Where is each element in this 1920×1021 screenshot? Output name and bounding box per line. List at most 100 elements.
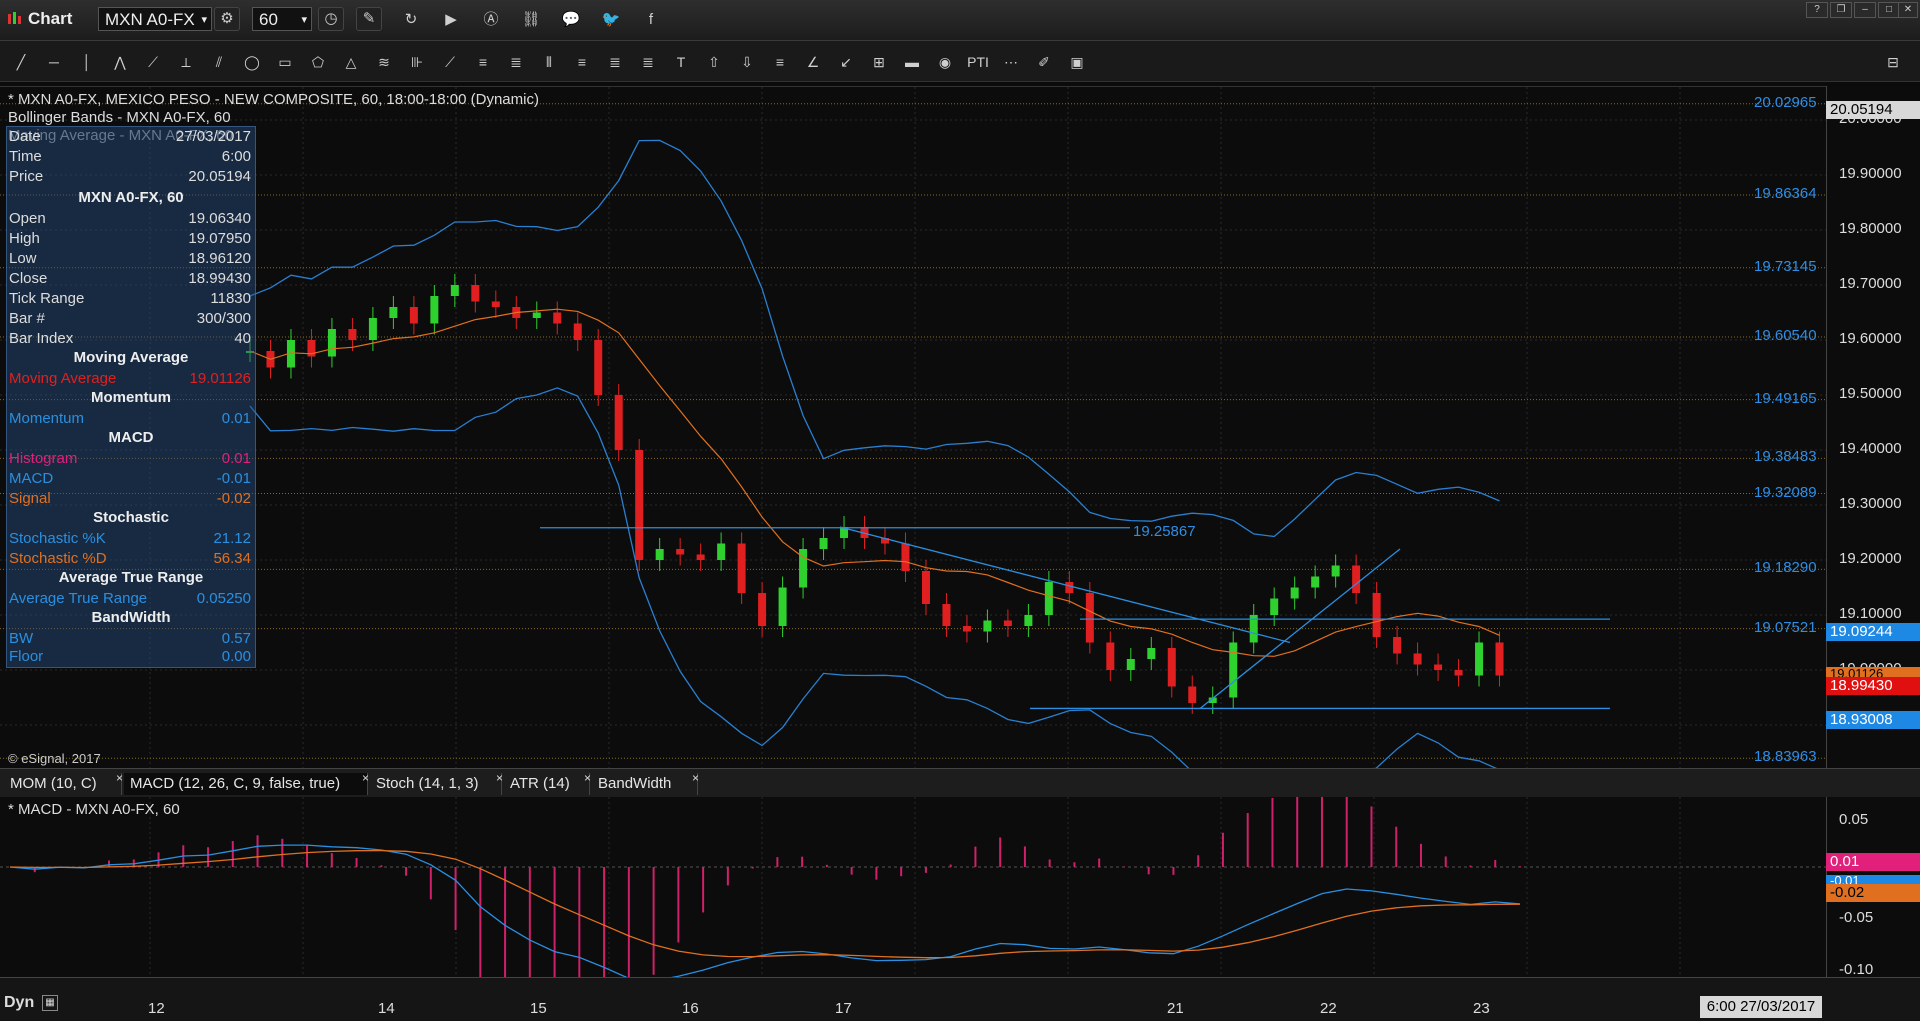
arrow-up-icon[interactable]: T [668, 51, 694, 73]
tab-macd[interactable]: MACD (12, 26, C, 9, false, true) × [124, 771, 369, 795]
facebook-icon[interactable]: f [640, 9, 662, 31]
moving-average-line [249, 308, 1500, 657]
magnet-icon[interactable]: ▣ [1064, 51, 1090, 73]
dw-atr-head: Average True Range [58, 569, 204, 586]
candle-body [450, 285, 459, 296]
tab-close-icon[interactable]: × [496, 767, 503, 789]
price-chart[interactable]: * MXN A0-FX, MEXICO PESO - NEW COMPOSITE… [0, 86, 1826, 786]
price-chart-canvas[interactable] [0, 87, 1826, 786]
link-icon[interactable]: ⛓ [520, 9, 542, 31]
speed-lines-icon[interactable]: ≣ [602, 51, 628, 73]
channel-icon[interactable]: △ [338, 51, 364, 73]
rectangle-icon[interactable]: ▭ [272, 51, 298, 73]
delete-icon[interactable]: PTI [965, 51, 991, 73]
dw-mom: Momentum 0.01 [9, 410, 251, 427]
candle-body [1434, 664, 1443, 670]
fib-extension-icon[interactable]: ≣ [503, 51, 529, 73]
tab-close-icon[interactable]: × [692, 767, 699, 789]
candle-body [348, 329, 357, 340]
dw-macd: MACD -0.01 [9, 470, 251, 487]
pitchfork-icon[interactable]: ⫽ [206, 51, 232, 73]
macd-panel[interactable]: * MACD - MXN A0-FX, 60 [0, 778, 1826, 1012]
regression-icon[interactable]: ⟋ [437, 51, 463, 73]
close-icon[interactable]: ✕ [1898, 2, 1918, 18]
price-box-close: 18.99430 [1826, 677, 1920, 695]
candle-body [1393, 637, 1402, 654]
price-scale[interactable]: 20.0000019.9000019.8000019.7000019.60000… [1826, 86, 1920, 768]
polyline-icon[interactable]: ⋀ [107, 51, 133, 73]
candle-body [1475, 642, 1484, 676]
dyn-label: Dyn [4, 994, 35, 1011]
macd-box-hist: 0.01 [1826, 853, 1920, 871]
dw-stoch-d: Stochastic %D 56.34 [9, 550, 251, 567]
interval-input[interactable]: 60 ▾ [252, 7, 312, 31]
arrow-down-icon[interactable]: ⇧ [701, 51, 727, 73]
time-tick: 22 [1320, 1000, 1337, 1017]
dw-time: Time 6:00 [9, 148, 251, 165]
horizontal-line-icon[interactable]: ─ [41, 51, 67, 73]
arc-icon[interactable]: ≡ [569, 51, 595, 73]
tab-close-icon[interactable]: × [362, 767, 369, 789]
tab-close-icon[interactable]: × [584, 767, 591, 789]
twitter-icon[interactable]: 🐦 [600, 9, 622, 31]
vertical-line-icon[interactable]: │ [74, 51, 100, 73]
tab-mom[interactable]: MOM (10, C) × [4, 771, 123, 795]
eraser-icon[interactable]: ⋯ [998, 51, 1024, 73]
object-list-icon[interactable]: ✐ [1031, 51, 1057, 73]
alert-icon[interactable]: Ⓐ [480, 9, 502, 31]
macd-box-signal: -0.02 [1826, 884, 1920, 902]
symbol-input[interactable]: MXN A0-FX ▾ [98, 7, 212, 31]
triangle-icon[interactable]: ⬠ [305, 51, 331, 73]
price-tick: 19.70000 [1839, 275, 1902, 292]
fib-icon[interactable]: ⊪ [404, 51, 430, 73]
macd-tick: -0.10 [1839, 961, 1874, 978]
panel-menu-icon[interactable]: ⊟ [1880, 51, 1906, 73]
gann-icon[interactable]: ⟂ [173, 51, 199, 73]
play-icon[interactable]: ▶ [440, 9, 462, 31]
trend-line-icon[interactable]: ⟋ [140, 51, 166, 73]
text-icon[interactable]: ≣ [635, 51, 661, 73]
time-tick: 23 [1473, 1000, 1490, 1017]
line-tool-icon[interactable]: ╱ [8, 51, 34, 73]
pti-icon[interactable]: ◉ [932, 51, 958, 73]
measure-icon[interactable]: ≡ [767, 51, 793, 73]
candle-body [1106, 642, 1115, 670]
candle-body [901, 543, 910, 571]
chat-icon[interactable]: 💬 [560, 9, 582, 31]
candle-body [389, 307, 398, 318]
cycle-lines-icon[interactable]: ⦀ [536, 51, 562, 73]
refresh-icon[interactable]: ↻ [400, 9, 422, 31]
fib-retracement-icon[interactable]: ≡ [470, 51, 496, 73]
minimize-icon[interactable]: – [1854, 2, 1876, 18]
dw-mom-head: Momentum [91, 389, 171, 406]
grid-icon[interactable]: ↙ [833, 51, 859, 73]
interval-link-icon[interactable]: ◷ [318, 7, 344, 31]
draw-pencil-icon[interactable]: ✎ [356, 7, 382, 31]
fib-level-label: 18.83963 [1754, 748, 1817, 766]
candle-body [717, 543, 726, 560]
eye-icon[interactable]: ▬ [899, 51, 925, 73]
help-icon[interactable]: ? [1806, 2, 1828, 18]
symbol-link-icon[interactable]: ⚙ [214, 7, 240, 31]
ruler-icon[interactable]: ∠ [800, 51, 826, 73]
macd-canvas[interactable] [0, 778, 1826, 1012]
candle-body [1270, 598, 1279, 615]
chart-window-icon [8, 12, 21, 24]
tab-stoch[interactable]: Stoch (14, 1, 3) × [370, 771, 503, 795]
tab-atr[interactable]: ATR (14) × [504, 771, 591, 795]
ellipse-icon[interactable]: ◯ [239, 51, 265, 73]
fib-level-label: 19.32089 [1754, 483, 1817, 501]
tab-bandwidth[interactable]: BandWidth × [592, 771, 699, 795]
tab-close-icon[interactable]: × [116, 767, 123, 789]
calendar-icon[interactable]: ▦ [42, 995, 58, 1011]
candle-body [819, 538, 828, 549]
time-tick: 15 [530, 1000, 547, 1017]
price-tick: 19.10000 [1839, 605, 1902, 622]
restore-icon[interactable]: ❐ [1830, 2, 1852, 18]
maximize-icon[interactable]: □ [1878, 2, 1900, 18]
macd-header: * MACD - MXN A0-FX, 60 [8, 801, 180, 818]
fib-fan-icon[interactable]: ≋ [371, 51, 397, 73]
mob-icon[interactable]: ⊞ [866, 51, 892, 73]
time-axis[interactable]: Dyn ▦ 12 14 15 16 17 21 22 23 6:00 27/03/2017 [0, 977, 1920, 1021]
pointer-icon[interactable]: ⇩ [734, 51, 760, 73]
